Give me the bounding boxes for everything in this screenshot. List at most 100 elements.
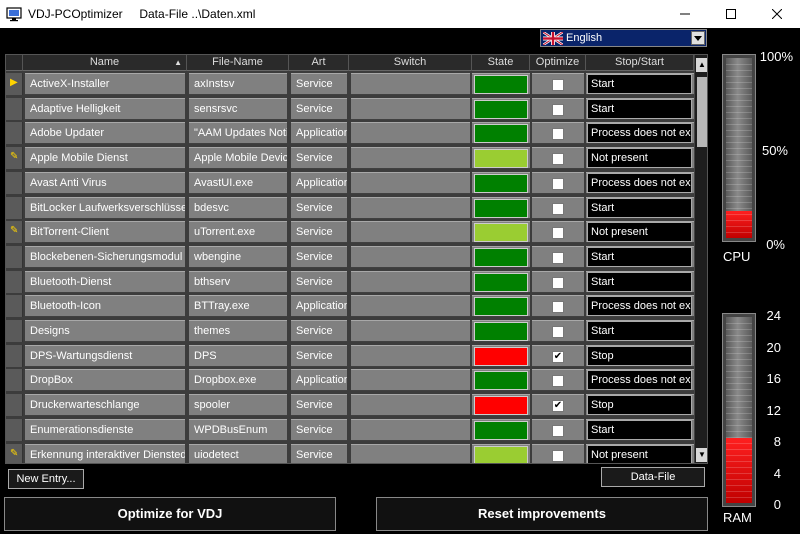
data-file-button[interactable]: Data-File — [601, 467, 705, 487]
stop-start-button[interactable]: Process does not exis — [587, 370, 692, 391]
optimize-checkbox[interactable] — [552, 424, 564, 437]
optimize-checkbox[interactable] — [552, 301, 564, 314]
stop-start-button[interactable]: Process does not exis — [587, 123, 692, 144]
cell-file-name[interactable]: WPDBusEnum — [189, 418, 287, 441]
close-button[interactable] — [754, 0, 800, 28]
cell-switch[interactable] — [351, 418, 470, 441]
cell-name[interactable]: Bluetooth-Dienst — [25, 270, 185, 293]
column-header-state[interactable]: State — [472, 55, 530, 71]
optimize-checkbox[interactable] — [552, 276, 564, 289]
row-selector[interactable] — [6, 295, 23, 318]
maximize-button[interactable] — [708, 0, 754, 28]
cell-switch[interactable] — [351, 147, 470, 170]
cell-name[interactable]: Enumerationsdienste — [25, 418, 185, 441]
stop-start-button[interactable]: Start — [587, 419, 692, 440]
cell-name[interactable]: Druckerwarteschlange — [25, 394, 185, 417]
cell-switch[interactable] — [351, 270, 470, 293]
cell-art[interactable]: Service — [291, 73, 347, 95]
cell-file-name[interactable]: bdesvc — [189, 196, 287, 219]
row-selector[interactable]: ✎ — [6, 221, 23, 244]
optimize-checkbox[interactable] — [552, 227, 564, 240]
row-selector[interactable] — [6, 122, 23, 145]
cell-file-name[interactable]: AvastUI.exe — [189, 171, 287, 194]
cell-switch[interactable] — [351, 344, 470, 367]
table-row[interactable]: Druckerwarteschlange spooler Service ✔ Stop — [6, 393, 694, 417]
stop-start-button[interactable]: Stop — [587, 345, 692, 366]
cell-name[interactable]: Apple Mobile Dienst — [25, 147, 185, 170]
table-row[interactable]: Adaptive Helligkeit sensrsvc Service Start — [6, 97, 694, 121]
cell-switch[interactable] — [351, 196, 470, 219]
table-row[interactable]: ✎ BitTorrent-Client uTorrent.exe Service Not… — [6, 220, 694, 244]
cell-switch[interactable] — [351, 295, 470, 318]
table-row[interactable]: DropBox Dropbox.exe Application Process doe… — [6, 368, 694, 392]
cell-art[interactable]: Service — [291, 270, 347, 293]
cell-file-name[interactable]: "AAM Updates Notifi — [189, 122, 287, 145]
cell-file-name[interactable]: BTTray.exe — [189, 295, 287, 318]
row-selector[interactable] — [6, 369, 23, 392]
cell-file-name[interactable]: themes — [189, 320, 287, 342]
cell-file-name[interactable]: sensrsvc — [189, 97, 287, 120]
stop-start-button[interactable]: Start — [587, 321, 692, 341]
stop-start-button[interactable]: Stop — [587, 395, 692, 416]
table-row[interactable]: Avast Anti Virus AvastUI.exe Application Pr… — [6, 171, 694, 195]
optimize-for-vdj-button[interactable]: Optimize for VDJ — [4, 497, 336, 531]
cell-art[interactable]: Application — [291, 122, 347, 145]
optimize-checkbox[interactable] — [552, 449, 564, 462]
cell-art[interactable]: Service — [291, 196, 347, 219]
scroll-thumb[interactable] — [697, 77, 707, 147]
scroll-up-button[interactable]: ▲ — [696, 58, 707, 72]
cell-switch[interactable] — [351, 171, 470, 194]
optimize-checkbox[interactable] — [552, 251, 564, 264]
row-selector[interactable] — [6, 245, 23, 268]
cell-switch[interactable] — [351, 97, 470, 120]
optimize-checkbox[interactable] — [552, 153, 564, 166]
cell-name[interactable]: Designs — [25, 320, 185, 342]
row-selector[interactable] — [6, 97, 23, 120]
row-selector[interactable] — [6, 196, 23, 219]
cell-name[interactable]: BitLocker Laufwerksverschlüsselu — [25, 196, 185, 219]
cell-switch[interactable] — [351, 369, 470, 392]
table-row[interactable]: DPS-Wartungsdienst DPS Service ✔ Stop — [6, 344, 694, 368]
dropdown-arrow-button[interactable] — [691, 31, 705, 45]
cell-art[interactable]: Service — [291, 221, 347, 244]
cell-file-name[interactable]: uTorrent.exe — [189, 221, 287, 244]
cell-art[interactable]: Application — [291, 171, 347, 194]
stop-start-button[interactable]: Start — [587, 271, 692, 292]
cell-file-name[interactable]: axInstsv — [189, 73, 287, 95]
stop-start-button[interactable]: Start — [587, 74, 692, 94]
cell-art[interactable]: Service — [291, 245, 347, 268]
cell-switch[interactable] — [351, 394, 470, 417]
optimize-checkbox[interactable]: ✔ — [552, 350, 564, 363]
cell-name[interactable]: ActiveX-Installer — [25, 73, 185, 95]
cell-name[interactable]: Blockebenen-Sicherungsmodul — [25, 245, 185, 268]
stop-start-button[interactable]: Not present — [587, 444, 692, 463]
cell-switch[interactable] — [351, 320, 470, 342]
column-header-file-name[interactable]: File-Name — [187, 55, 289, 71]
cell-file-name[interactable]: DPS — [189, 344, 287, 367]
row-selector[interactable] — [6, 394, 23, 417]
cell-switch[interactable] — [351, 245, 470, 268]
row-selector[interactable]: ▶ — [6, 73, 23, 95]
optimize-checkbox[interactable] — [552, 202, 564, 215]
cell-file-name[interactable]: bthserv — [189, 270, 287, 293]
cell-art[interactable]: Application — [291, 295, 347, 318]
cell-name[interactable]: DropBox — [25, 369, 185, 392]
reset-improvements-button[interactable]: Reset improvements — [376, 497, 708, 531]
new-entry-button[interactable]: New Entry... — [8, 469, 84, 489]
optimize-checkbox[interactable] — [552, 128, 564, 141]
table-row[interactable]: ✎ Apple Mobile Dienst Apple Mobile Device S… — [6, 146, 694, 170]
cell-name[interactable]: Adaptive Helligkeit — [25, 97, 185, 120]
column-header-stop-start[interactable]: Stop/Start — [586, 55, 694, 71]
table-row[interactable]: ✎ Erkennung interaktiver Dienstedial uiode… — [6, 443, 694, 463]
cell-file-name[interactable]: Apple Mobile Device — [189, 147, 287, 170]
optimize-checkbox[interactable]: ✔ — [552, 400, 564, 413]
cell-art[interactable]: Application — [291, 369, 347, 392]
row-selector[interactable] — [6, 418, 23, 441]
scroll-down-button[interactable]: ▼ — [696, 448, 707, 462]
table-row[interactable]: Enumerationsdienste WPDBusEnum Service Star… — [6, 418, 694, 442]
cell-name[interactable]: Adobe Updater — [25, 122, 185, 145]
row-selector[interactable] — [6, 320, 23, 342]
cell-name[interactable]: Erkennung interaktiver Dienstedial — [25, 443, 185, 463]
cell-name[interactable]: Bluetooth-Icon — [25, 295, 185, 318]
stop-start-button[interactable]: Start — [587, 98, 692, 119]
